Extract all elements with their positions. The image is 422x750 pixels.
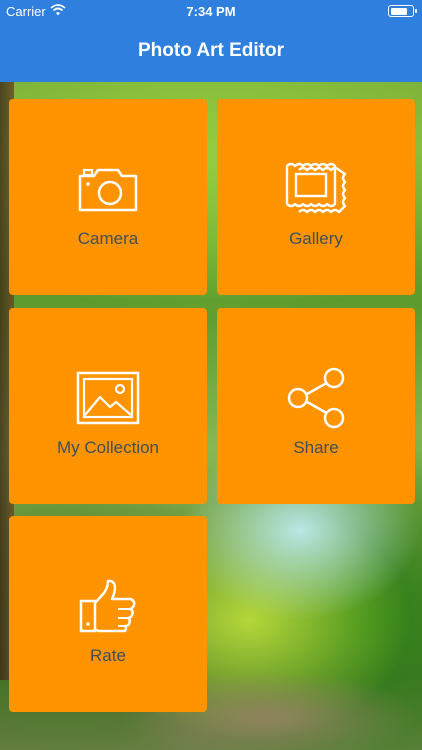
gallery-label: Gallery — [289, 229, 343, 248]
share-icon — [287, 367, 345, 429]
thumbs-up-icon — [79, 579, 136, 633]
camera-button[interactable]: Camera — [9, 99, 207, 295]
gallery-frames-icon — [285, 162, 347, 214]
my-collection-label: My Collection — [56, 438, 160, 457]
share-button[interactable]: Share — [217, 308, 415, 504]
my-collection-button[interactable]: My Collection — [9, 308, 207, 504]
navigation-bar: Photo Art Editor — [0, 22, 422, 82]
app-screen: Carrier 7:34 PM Photo Art Editor Camera — [0, 0, 422, 750]
camera-icon — [78, 168, 138, 212]
image-frame-icon — [76, 371, 140, 425]
battery-icon — [388, 5, 417, 17]
gallery-button[interactable]: Gallery — [217, 99, 415, 295]
rate-label: Rate — [90, 646, 126, 665]
page-title: Photo Art Editor — [138, 40, 284, 61]
share-label: Share — [293, 438, 339, 457]
status-time: 7:34 PM — [186, 4, 236, 19]
status-bar: Carrier 7:34 PM — [0, 0, 422, 22]
rate-button[interactable]: Rate — [9, 516, 207, 712]
camera-label: Camera — [77, 229, 139, 248]
